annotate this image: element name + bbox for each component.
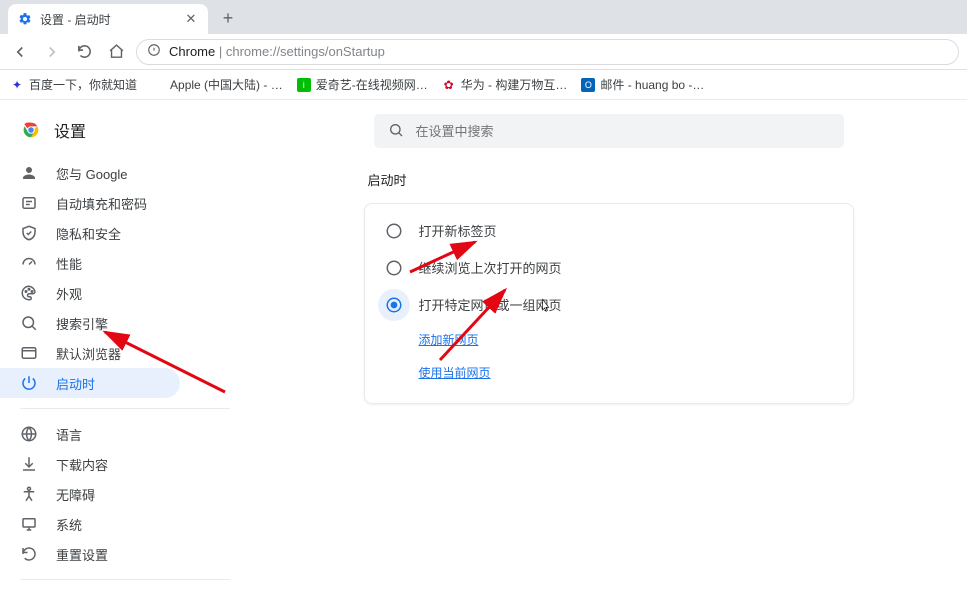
sidebar-item-label: 下载内容 bbox=[56, 455, 108, 474]
settings-search-input[interactable] bbox=[416, 124, 830, 139]
sidebar-item-extension[interactable]: 扩展程序 bbox=[0, 590, 180, 596]
sidebar-item-label: 搜索引擎 bbox=[56, 314, 108, 333]
section-title: 启动时 bbox=[364, 170, 854, 189]
tab-title: 设置 - 启动时 bbox=[40, 11, 111, 28]
startup-option-newtab[interactable]: 打开新标签页 bbox=[365, 212, 853, 249]
browser-icon bbox=[20, 344, 38, 362]
bookmark-item[interactable]: ✦ 百度一下，你就知道 bbox=[10, 76, 137, 93]
sidebar-item-download[interactable]: 下载内容 bbox=[0, 449, 180, 479]
close-tab-icon[interactable]: ✕ bbox=[184, 12, 198, 26]
sidebar-item-browser[interactable]: 默认浏览器 bbox=[0, 338, 180, 368]
url-path: chrome://settings/onStartup bbox=[226, 44, 385, 59]
shield-icon bbox=[20, 224, 38, 242]
power-icon bbox=[20, 374, 38, 392]
sidebar-separator bbox=[20, 579, 230, 580]
sidebar-item-autofill[interactable]: 自动填充和密码 bbox=[0, 188, 180, 218]
reset-icon bbox=[20, 545, 38, 563]
add-new-page-link[interactable]: 添加新网页 bbox=[419, 333, 479, 347]
outlook-icon: O bbox=[581, 78, 595, 92]
chrome-logo-icon bbox=[20, 119, 42, 141]
sidebar-header: 设置 bbox=[0, 114, 250, 158]
reload-button[interactable] bbox=[72, 40, 96, 64]
sidebar-item-label: 无障碍 bbox=[56, 485, 95, 504]
palette-icon bbox=[20, 284, 38, 302]
sidebar-separator bbox=[20, 408, 230, 409]
globe-icon bbox=[20, 425, 38, 443]
search-icon bbox=[20, 314, 38, 332]
speedometer-icon bbox=[20, 254, 38, 272]
site-info-icon[interactable] bbox=[147, 43, 161, 60]
sidebar-item-accessibility[interactable]: 无障碍 bbox=[0, 479, 180, 509]
sidebar-item-system[interactable]: 系统 bbox=[0, 509, 180, 539]
startup-option-continue[interactable]: 继续浏览上次打开的网页 bbox=[365, 249, 853, 286]
bookmarks-bar: ✦ 百度一下，你就知道 Apple (中国大陆) - … i 爱奇艺-在线视频网… bbox=[0, 70, 967, 100]
system-icon bbox=[20, 515, 38, 533]
home-button[interactable] bbox=[104, 40, 128, 64]
autofill-icon bbox=[20, 194, 38, 212]
search-icon bbox=[388, 122, 404, 141]
settings-main: 启动时 打开新标签页 继续浏览上次打开的网页 bbox=[250, 100, 967, 596]
user-icon bbox=[20, 164, 38, 182]
sidebar-item-label: 自动填充和密码 bbox=[56, 194, 147, 213]
back-button[interactable] bbox=[8, 40, 32, 64]
sidebar-item-label: 重置设置 bbox=[56, 545, 108, 564]
download-icon bbox=[20, 455, 38, 473]
favicon-icon: ✦ bbox=[10, 78, 24, 92]
bookmark-item[interactable]: ✿ 华为 - 构建万物互… bbox=[442, 76, 568, 93]
sidebar-item-search[interactable]: 搜索引擎 bbox=[0, 308, 180, 338]
sidebar-item-label: 您与 Google bbox=[56, 164, 128, 183]
startup-card: 打开新标签页 继续浏览上次打开的网页 打开特定网页或一组网页 添加新网页 bbox=[364, 203, 854, 404]
settings-search[interactable] bbox=[374, 114, 844, 148]
address-bar[interactable]: Chrome | chrome://settings/onStartup bbox=[136, 39, 959, 65]
sidebar-item-label: 默认浏览器 bbox=[56, 344, 121, 363]
sidebar-item-reset[interactable]: 重置设置 bbox=[0, 539, 180, 569]
use-current-pages-link[interactable]: 使用当前网页 bbox=[419, 366, 491, 380]
tab-strip: 设置 - 启动时 ✕ + bbox=[0, 0, 967, 34]
sidebar-item-palette[interactable]: 外观 bbox=[0, 278, 180, 308]
sidebar-item-label: 系统 bbox=[56, 515, 82, 534]
radio-unchecked-icon bbox=[385, 259, 403, 277]
sidebar-item-power[interactable]: 启动时 bbox=[0, 368, 180, 398]
favicon-icon: ✿ bbox=[442, 78, 456, 92]
use-current-row: 使用当前网页 bbox=[365, 356, 853, 389]
settings-title: 设置 bbox=[54, 118, 86, 142]
sidebar-item-label: 外观 bbox=[56, 284, 82, 303]
add-page-row: 添加新网页 bbox=[365, 323, 853, 356]
radio-unchecked-icon bbox=[385, 222, 403, 240]
sidebar-item-shield[interactable]: 隐私和安全 bbox=[0, 218, 180, 248]
url-scheme: Chrome bbox=[169, 44, 215, 59]
apple-icon bbox=[151, 78, 165, 92]
sidebar-item-label: 启动时 bbox=[56, 374, 95, 393]
sidebar-item-label: 性能 bbox=[56, 254, 82, 273]
sidebar-item-label: 语言 bbox=[56, 425, 82, 444]
sidebar-item-user[interactable]: 您与 Google bbox=[0, 158, 180, 188]
settings-sidebar: 设置 您与 Google 自动填充和密码隐私和安全性能外观搜索引擎默认浏览器启动时… bbox=[0, 100, 250, 596]
forward-button[interactable] bbox=[40, 40, 64, 64]
browser-tab[interactable]: 设置 - 启动时 ✕ bbox=[8, 4, 208, 34]
browser-toolbar: Chrome | chrome://settings/onStartup bbox=[0, 34, 967, 70]
startup-option-specific[interactable]: 打开特定网页或一组网页 bbox=[365, 286, 853, 323]
sidebar-item-speedometer[interactable]: 性能 bbox=[0, 248, 180, 278]
radio-checked-icon bbox=[385, 296, 403, 314]
sidebar-item-globe[interactable]: 语言 bbox=[0, 419, 180, 449]
bookmark-item[interactable]: i 爱奇艺-在线视频网… bbox=[297, 76, 428, 93]
gear-icon bbox=[18, 12, 32, 26]
new-tab-button[interactable]: + bbox=[214, 4, 242, 32]
bookmark-item[interactable]: O 邮件 - huang bo -… bbox=[581, 76, 704, 93]
settings-body: 设置 您与 Google自动填充和密码隐私和安全性能外观搜索引擎默认浏览器启动时… bbox=[0, 100, 967, 596]
on-startup-section: 启动时 打开新标签页 继续浏览上次打开的网页 bbox=[364, 170, 854, 404]
bookmark-item[interactable]: Apple (中国大陆) - … bbox=[151, 76, 283, 93]
favicon-icon: i bbox=[297, 78, 311, 92]
sidebar-item-label: 隐私和安全 bbox=[56, 224, 121, 243]
accessibility-icon bbox=[20, 485, 38, 503]
